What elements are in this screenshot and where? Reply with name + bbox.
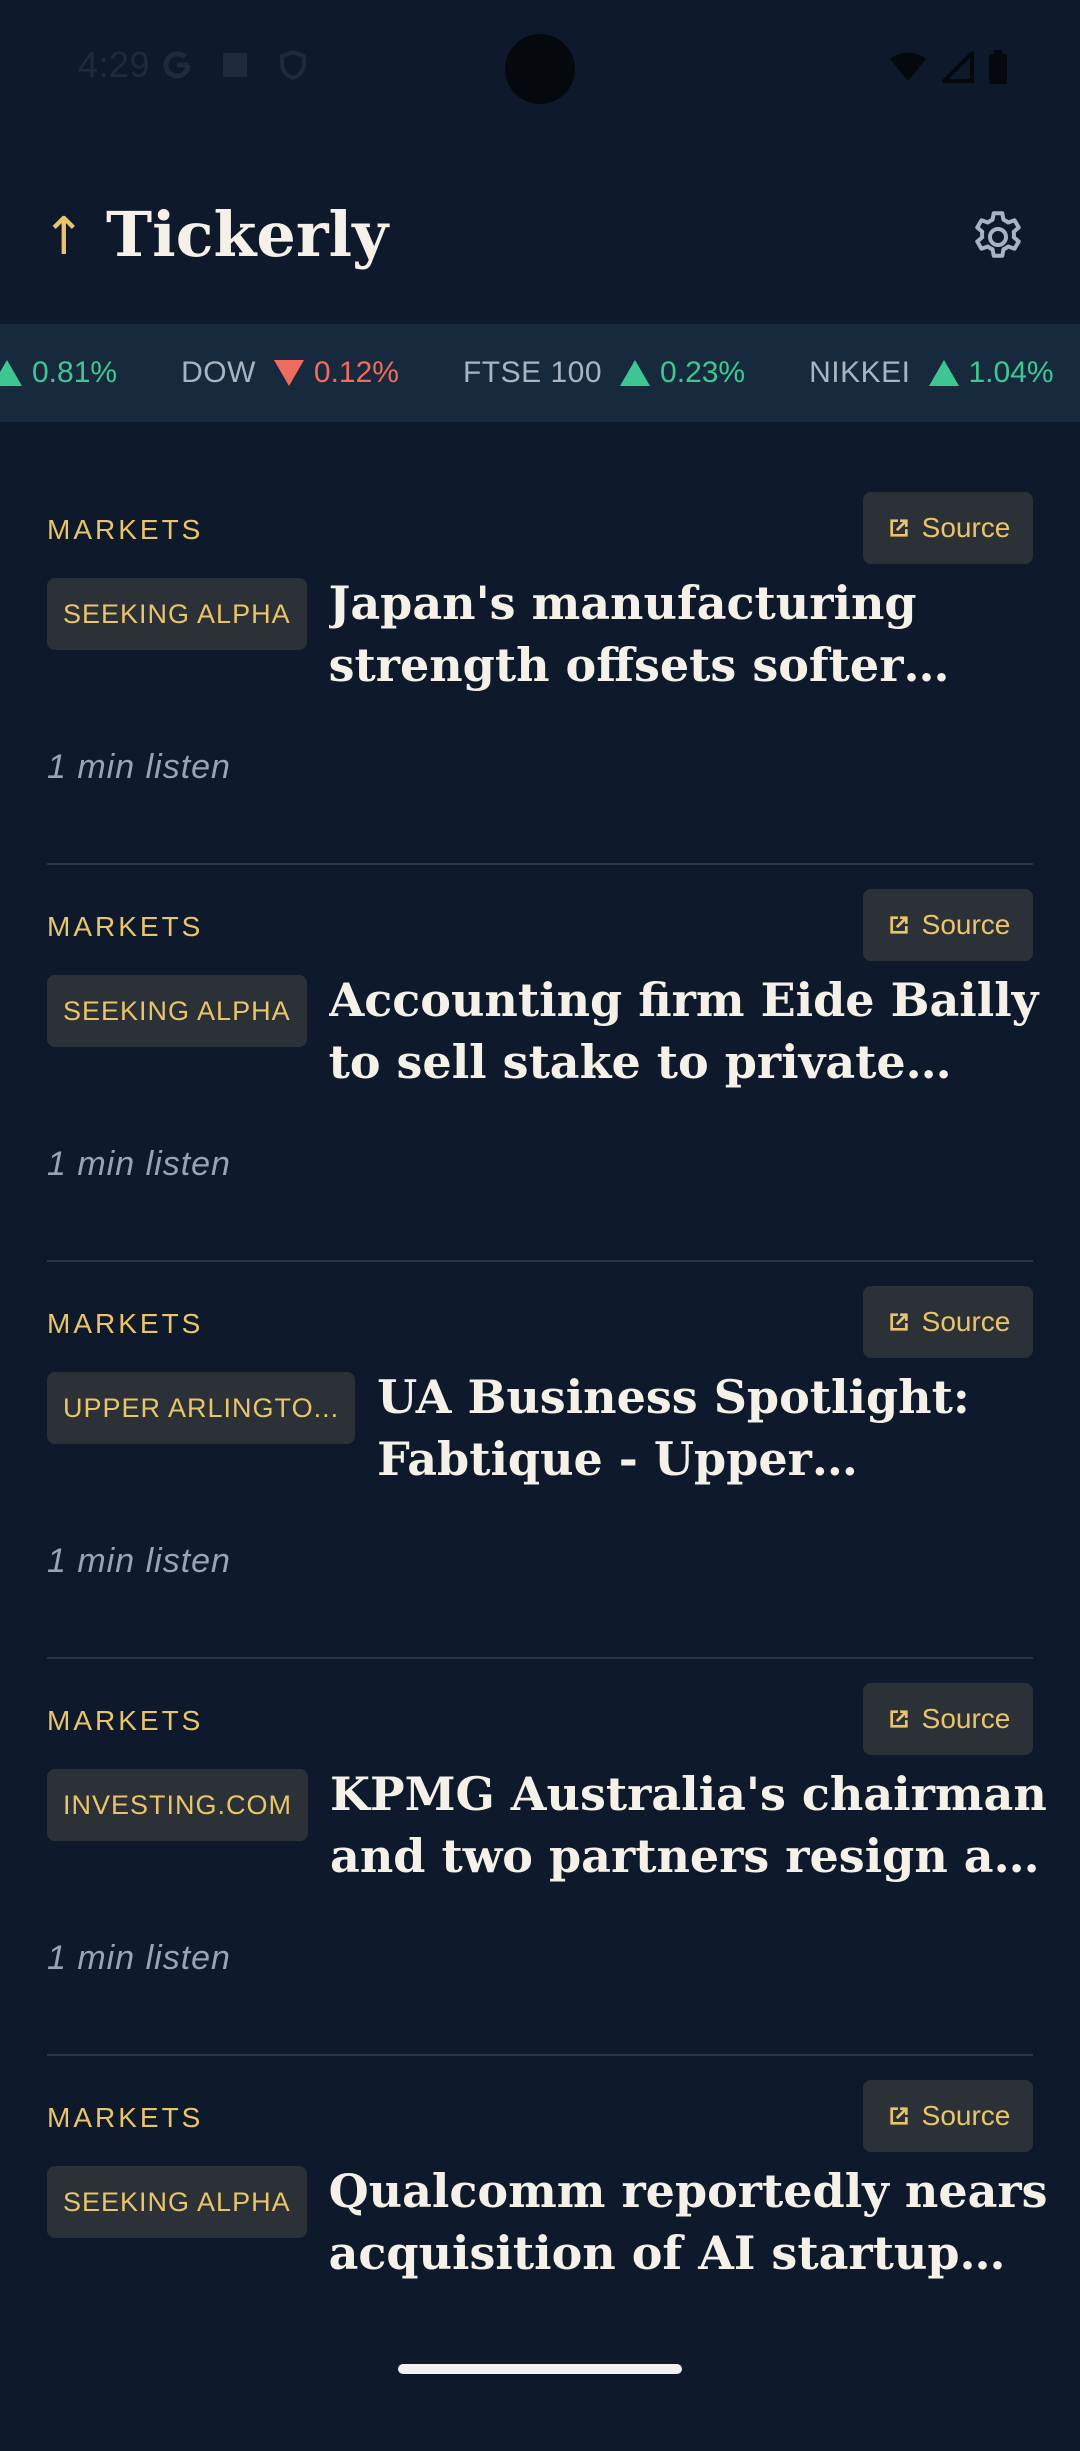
ticker-item-ftse: FTSE 100 0.23% bbox=[463, 356, 745, 390]
ticker-item-nikkei: NIKKEI 1.04% bbox=[809, 356, 1053, 390]
app-header: ↑ Tickerly bbox=[0, 175, 1080, 295]
publisher-badge: SEEKING ALPHA bbox=[47, 2166, 307, 2238]
google-icon bbox=[160, 48, 194, 82]
ticker-change: 0.23% bbox=[660, 356, 746, 389]
source-button[interactable]: Source bbox=[863, 1683, 1033, 1755]
source-button-label: Source bbox=[921, 909, 1011, 940]
article-card[interactable]: MARKETS Source UPPER ARLINGTO... UA Busi… bbox=[47, 1262, 1033, 1659]
ticker-name: DOW bbox=[181, 356, 256, 389]
ticker-change: 0.81% bbox=[32, 356, 118, 389]
ticker-name: FTSE 100 bbox=[462, 356, 603, 389]
ticker-change: 0.12% bbox=[313, 356, 399, 389]
listen-duration: 1 min listen bbox=[47, 1542, 231, 1580]
article-category: MARKETS bbox=[47, 1705, 204, 1736]
article-category: MARKETS bbox=[47, 2102, 204, 2133]
wifi-icon bbox=[888, 51, 928, 88]
external-link-icon bbox=[889, 519, 908, 537]
external-link-icon bbox=[889, 916, 908, 934]
home-indicator[interactable] bbox=[398, 2364, 682, 2374]
shield-icon bbox=[276, 48, 310, 82]
article-headline[interactable]: Accounting firm Eide Bailly to sell stak… bbox=[329, 969, 1049, 1093]
external-link-icon bbox=[889, 1313, 908, 1331]
source-button[interactable]: Source bbox=[863, 2080, 1033, 2152]
up-triangle-icon bbox=[0, 360, 22, 386]
camera-cutout bbox=[505, 34, 575, 104]
publisher-badge: SEEKING ALPHA bbox=[47, 578, 307, 650]
external-link-icon bbox=[889, 1710, 908, 1728]
source-button-label: Source bbox=[921, 1306, 1011, 1337]
article-headline[interactable]: Japan's manufacturing strength offsets s… bbox=[329, 572, 1049, 696]
ticker-item: 0.81% bbox=[0, 356, 117, 390]
up-triangle-icon bbox=[620, 360, 651, 386]
article-category: MARKETS bbox=[47, 911, 204, 942]
source-button-label: Source bbox=[921, 2100, 1011, 2131]
source-button[interactable]: Source bbox=[863, 1286, 1033, 1358]
status-system-icons bbox=[888, 48, 1008, 89]
article-card[interactable]: MARKETS Source SEEKING ALPHA Qualcomm re… bbox=[47, 2056, 1048, 2451]
article-category: MARKETS bbox=[47, 514, 204, 545]
listen-duration: 1 min listen bbox=[47, 748, 231, 786]
logo-arrow-icon: ↑ bbox=[42, 207, 86, 267]
publisher-badge: UPPER ARLINGTO... bbox=[47, 1372, 356, 1444]
app-title: Tickerly bbox=[106, 198, 389, 271]
article-headline[interactable]: Qualcomm reportedly nears acquisition of… bbox=[329, 2160, 1049, 2284]
external-link-icon bbox=[889, 2107, 908, 2125]
article-card[interactable]: MARKETS Source SEEKING ALPHA Japan's man… bbox=[47, 468, 1033, 865]
news-feed[interactable]: MARKETS Source SEEKING ALPHA Japan's man… bbox=[47, 468, 1048, 2451]
market-ticker[interactable]: 0.81% DOW 0.12% FTSE 100 0.23% NIKKEI 1.… bbox=[0, 324, 1080, 422]
battery-icon bbox=[988, 50, 1008, 89]
ticker-item-dow: DOW 0.12% bbox=[181, 356, 399, 390]
publisher-badge: SEEKING ALPHA bbox=[47, 975, 307, 1047]
ticker-change: 1.04% bbox=[968, 356, 1054, 389]
status-notification-icons bbox=[160, 48, 310, 82]
article-headline[interactable]: UA Business Spotlight: Fabtique - Upper … bbox=[377, 1366, 1057, 1490]
publisher-badge: INVESTING.COM bbox=[47, 1769, 309, 1841]
signal-icon bbox=[939, 48, 974, 88]
article-card[interactable]: MARKETS Source INVESTING.COM KPMG Austra… bbox=[47, 1659, 1047, 2056]
up-triangle-icon bbox=[928, 360, 959, 386]
listen-duration: 1 min listen bbox=[47, 1145, 231, 1183]
translate-icon bbox=[218, 48, 252, 82]
down-triangle-icon bbox=[273, 360, 304, 386]
ticker-name: NIKKEI bbox=[809, 356, 911, 389]
listen-duration: 1 min listen bbox=[47, 1939, 231, 1977]
article-headline[interactable]: KPMG Australia's chairman and two partne… bbox=[330, 1763, 1050, 1887]
source-button-label: Source bbox=[921, 512, 1011, 543]
article-card[interactable]: MARKETS Source SEEKING ALPHA Accounting … bbox=[47, 865, 1038, 1262]
article-category: MARKETS bbox=[47, 1308, 204, 1339]
status-bar: 4:29 bbox=[0, 0, 1080, 140]
source-button[interactable]: Source bbox=[863, 492, 1033, 564]
source-button[interactable]: Source bbox=[863, 889, 1033, 961]
settings-gear-icon[interactable] bbox=[968, 207, 1028, 267]
status-time: 4:29 bbox=[78, 44, 151, 85]
source-button-label: Source bbox=[921, 1703, 1011, 1734]
